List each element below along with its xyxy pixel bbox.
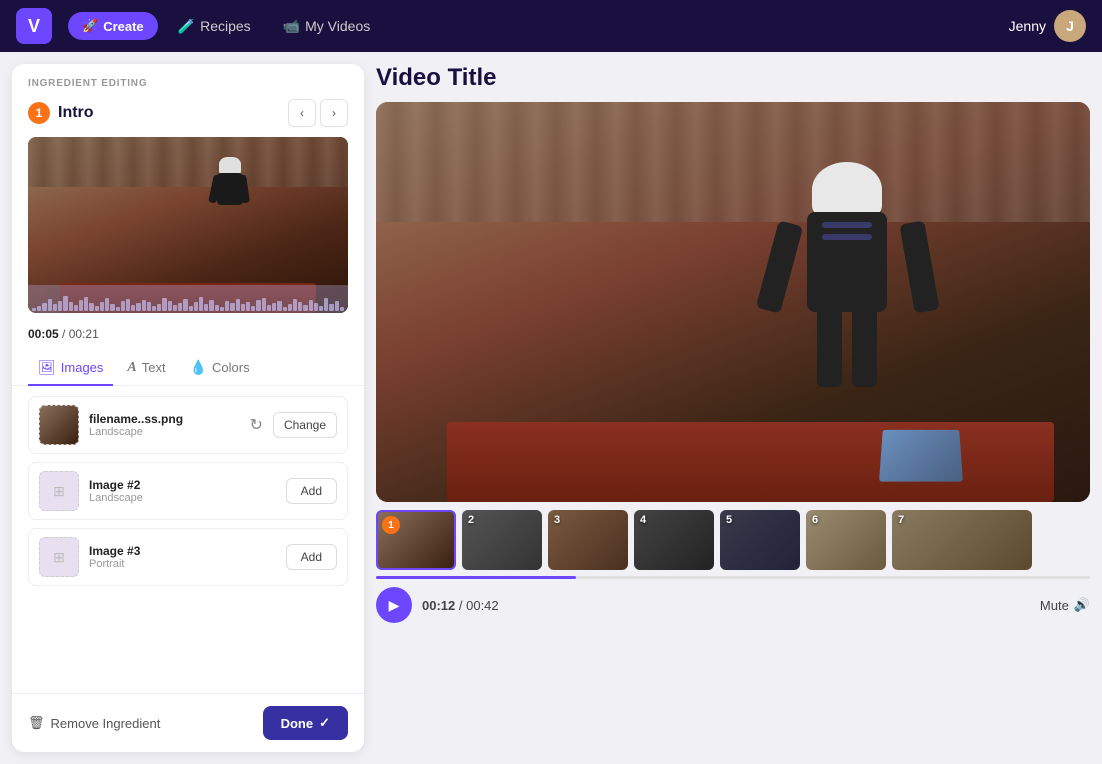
image-type-1: Landscape bbox=[89, 426, 240, 438]
image-type-3: Portrait bbox=[89, 558, 276, 570]
filmstrip-badge-1: 1 bbox=[382, 516, 400, 534]
image-name-2: Image #2 bbox=[89, 478, 276, 492]
image-thumb-1 bbox=[39, 405, 79, 445]
image-info-2: Image #2 Landscape bbox=[89, 478, 276, 504]
video-title: Video Title bbox=[376, 64, 1090, 92]
image-type-2: Landscape bbox=[89, 492, 276, 504]
change-image-button[interactable]: Change bbox=[273, 412, 337, 438]
username-label: Jenny bbox=[1009, 18, 1046, 34]
robot-leg-right bbox=[852, 307, 877, 387]
filmstrip: 1 2 3 4 5 6 7 bbox=[376, 510, 1090, 570]
panel-bottom: 🗑 Remove Ingredient Done ✓ bbox=[12, 693, 364, 752]
filmstrip-num-2: 2 bbox=[468, 514, 474, 526]
robot-head bbox=[812, 162, 882, 217]
panel-header: 1 Intro ‹ › bbox=[12, 93, 364, 137]
text-tab-icon: A bbox=[127, 360, 136, 376]
filmstrip-num-3: 3 bbox=[554, 514, 560, 526]
recipes-icon: 🧪 bbox=[178, 18, 195, 35]
image-row: ⊞ Image #2 Landscape Add bbox=[28, 462, 348, 520]
done-button[interactable]: Done ✓ bbox=[263, 706, 348, 740]
filmstrip-item-7[interactable]: 7 bbox=[892, 510, 1032, 570]
refresh-icon: ↻ bbox=[250, 415, 263, 435]
video-icon: 📹 bbox=[283, 18, 300, 35]
remove-ingredient-button[interactable]: 🗑 Remove Ingredient bbox=[28, 715, 160, 731]
top-navigation: V 🚀 Create 🧪 Recipes 📹 My Videos Jenny J bbox=[0, 0, 1102, 52]
filmstrip-item-6[interactable]: 6 bbox=[806, 510, 886, 570]
colors-tab-icon: 💧 bbox=[190, 359, 207, 376]
rocket-icon: 🚀 bbox=[82, 18, 98, 34]
filmstrip-item-2[interactable]: 2 bbox=[462, 510, 542, 570]
time-display: 00:05 / 00:21 bbox=[12, 321, 364, 351]
main-layout: INGREDIENT EDITING 1 Intro ‹ › bbox=[0, 52, 1102, 764]
checkmark-icon: ✓ bbox=[319, 715, 330, 731]
waveform bbox=[28, 285, 348, 313]
my-videos-nav-link[interactable]: 📹 My Videos bbox=[271, 12, 383, 41]
nav-arrows: ‹ › bbox=[288, 99, 348, 127]
image-row: ⊞ Image #3 Portrait Add bbox=[28, 528, 348, 586]
tab-images[interactable]: 🖼 Images bbox=[28, 351, 113, 386]
avatar[interactable]: J bbox=[1054, 10, 1086, 42]
main-video-preview bbox=[376, 102, 1090, 502]
image-info-3: Image #3 Portrait bbox=[89, 544, 276, 570]
tab-text[interactable]: A Text bbox=[117, 351, 175, 386]
add-image-2-button[interactable]: Add bbox=[286, 478, 337, 504]
image-row: filename..ss.png Landscape ↻ Change bbox=[28, 396, 348, 454]
filmstrip-item-3[interactable]: 3 bbox=[548, 510, 628, 570]
filmstrip-item-4[interactable]: 4 bbox=[634, 510, 714, 570]
user-menu: Jenny J bbox=[1009, 10, 1086, 42]
image-name-1: filename..ss.png bbox=[89, 412, 240, 426]
section-label: INGREDIENT EDITING bbox=[12, 64, 364, 93]
left-panel: INGREDIENT EDITING 1 Intro ‹ › bbox=[12, 64, 364, 752]
prev-arrow-button[interactable]: ‹ bbox=[288, 99, 316, 127]
filmstrip-item-1[interactable]: 1 bbox=[376, 510, 456, 570]
filmstrip-num-5: 5 bbox=[726, 514, 732, 526]
progress-bar-fill bbox=[376, 576, 576, 579]
filmstrip-num-7: 7 bbox=[898, 514, 904, 526]
app-logo: V bbox=[16, 8, 52, 44]
images-tab-icon: 🖼 bbox=[38, 359, 56, 376]
robot-body bbox=[807, 212, 887, 312]
robot-arm-right bbox=[900, 221, 940, 314]
filmstrip-num-4: 4 bbox=[640, 514, 646, 526]
image-name-3: Image #3 bbox=[89, 544, 276, 558]
panel-title: Intro bbox=[58, 104, 280, 122]
image-thumb-2: ⊞ bbox=[39, 471, 79, 511]
mute-button[interactable]: Mute 🔊 bbox=[1040, 597, 1090, 613]
roof-background bbox=[376, 102, 1090, 222]
add-image-3-button[interactable]: Add bbox=[286, 544, 337, 570]
speaker-icon: 🔊 bbox=[1074, 597, 1090, 613]
video-background bbox=[376, 102, 1090, 502]
create-button[interactable]: 🚀 Create bbox=[68, 12, 158, 40]
tabs-row: 🖼 Images A Text 💧 Colors bbox=[12, 351, 364, 386]
robot-leg-left bbox=[817, 307, 842, 387]
filmstrip-item-5[interactable]: 5 bbox=[720, 510, 800, 570]
video-thumbnail bbox=[28, 137, 348, 313]
playback-time: 00:12 / 00:42 bbox=[422, 598, 499, 613]
play-button[interactable]: ▶ bbox=[376, 587, 412, 623]
right-panel: Video Title bbox=[376, 52, 1102, 764]
tab-colors[interactable]: 💧 Colors bbox=[180, 351, 260, 386]
progress-bar-container[interactable] bbox=[376, 576, 1090, 579]
image-list: filename..ss.png Landscape ↻ Change ⊞ Im… bbox=[12, 386, 364, 693]
recipes-nav-link[interactable]: 🧪 Recipes bbox=[166, 12, 263, 41]
robot-arm-left bbox=[756, 220, 803, 313]
filmstrip-num-6: 6 bbox=[812, 514, 818, 526]
image-info-1: filename..ss.png Landscape bbox=[89, 412, 240, 438]
image-thumb-3: ⊞ bbox=[39, 537, 79, 577]
next-arrow-button[interactable]: › bbox=[320, 99, 348, 127]
step-badge: 1 bbox=[28, 102, 50, 124]
playback-row: ▶ 00:12 / 00:42 Mute 🔊 bbox=[376, 587, 1090, 623]
trash-icon: 🗑 bbox=[28, 715, 45, 731]
